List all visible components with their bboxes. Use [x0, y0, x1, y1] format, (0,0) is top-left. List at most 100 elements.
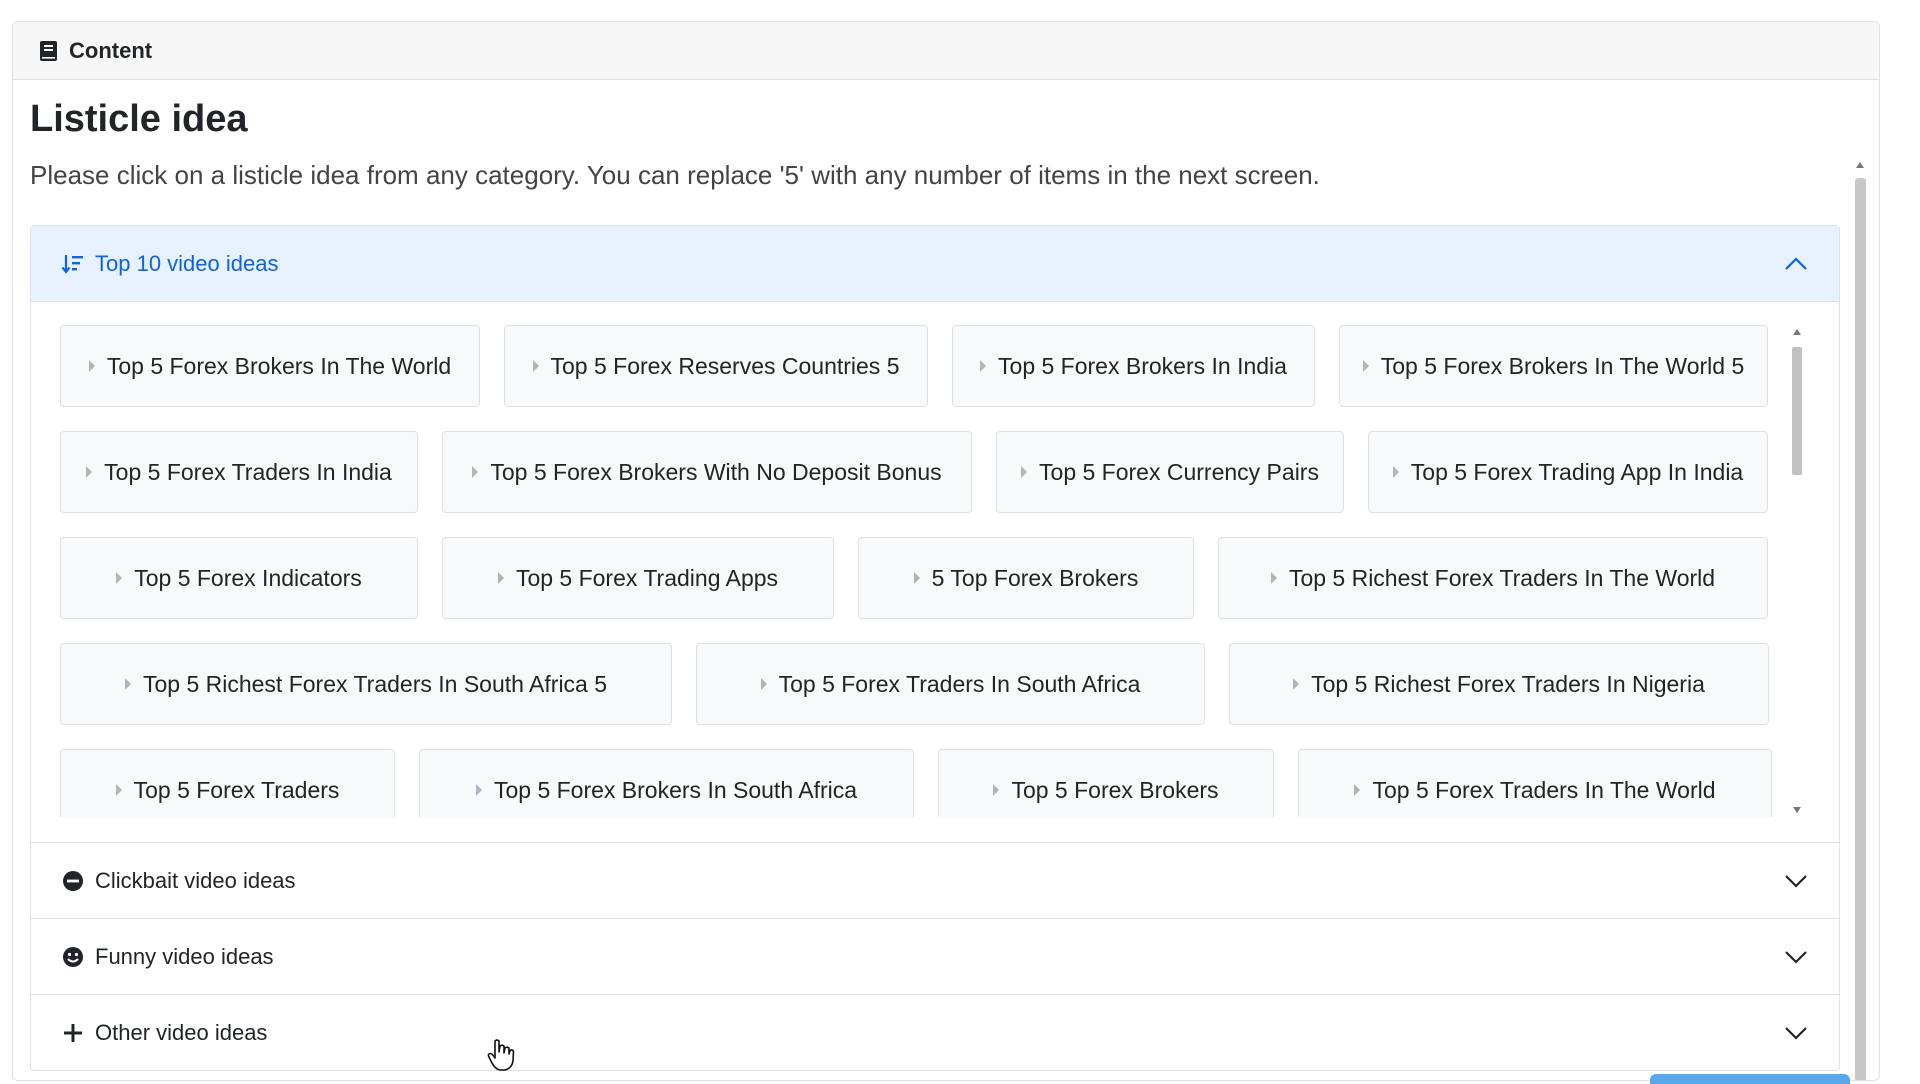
card-header-title: Content [69, 37, 153, 63]
idea-label: Top 5 Richest Forex Traders In The World [1288, 564, 1716, 591]
idea-accordion: Top 10 video ideas Top 5 Forex Brokers I… [30, 225, 1840, 1071]
idea-card[interactable]: Top 5 Forex Trading Apps [442, 537, 834, 619]
card-body: Listicle idea Please click on a listicle… [13, 80, 1879, 1080]
accordion-header-other[interactable]: Other video ideas [31, 994, 1839, 1070]
accordion-item-top10: Top 10 video ideas Top 5 Forex Brokers I… [31, 226, 1839, 842]
ideas-grid: Top 5 Forex Brokers In The World Top 5 F… [60, 325, 1788, 817]
idea-label: Top 5 Richest Forex Traders In Nigeria [1311, 670, 1705, 697]
caret-right-icon [1392, 466, 1399, 478]
idea-label: Top 5 Forex Traders In South Africa [778, 670, 1141, 697]
caret-right-icon [472, 466, 479, 478]
caret-right-icon [116, 572, 123, 584]
accordion-header-funny[interactable]: Funny video ideas [31, 918, 1839, 994]
idea-card[interactable]: Top 5 Richest Forex Traders In The World [1218, 537, 1768, 619]
idea-card[interactable]: Top 5 Forex Trading App In India [1368, 431, 1768, 513]
idea-label: 5 Top Forex Brokers [931, 564, 1139, 591]
idea-card[interactable]: 5 Top Forex Brokers [858, 537, 1194, 619]
caret-right-icon [1021, 466, 1028, 478]
idea-card[interactable]: Top 5 Forex Currency Pairs [996, 431, 1344, 513]
accordion-header-label: Funny video ideas [95, 943, 274, 969]
page-scrollbar[interactable] [1851, 158, 1869, 1080]
plus-icon [61, 1021, 85, 1045]
idea-label: Top 5 Forex Currency Pairs [1039, 458, 1319, 485]
page-title: Listicle idea [30, 98, 248, 140]
ideas-row: Top 5 Forex Traders In India Top 5 Forex… [60, 431, 1788, 513]
caret-right-icon [86, 466, 93, 478]
accordion-item-funny: Funny video ideas [31, 918, 1839, 994]
accordion-header-label: Top 10 video ideas [95, 250, 279, 276]
idea-label: Top 5 Forex Traders In India [104, 458, 392, 485]
idea-card[interactable]: Top 5 Forex Traders In India [60, 431, 418, 513]
ideas-scrollbar[interactable] [1789, 325, 1805, 817]
idea-label: Top 5 Forex Indicators [134, 564, 362, 591]
idea-label: Top 5 Forex Brokers In The World 5 [1380, 352, 1745, 379]
caret-right-icon [497, 572, 504, 584]
ideas-row: Top 5 Forex Traders Top 5 Forex Brokers … [60, 749, 1788, 817]
book-icon [39, 40, 59, 62]
idea-label: Top 5 Forex Brokers [1011, 776, 1219, 803]
caret-right-icon [115, 784, 122, 796]
caret-right-icon [993, 784, 1000, 796]
idea-label: Top 5 Richest Forex Traders In South Afr… [142, 670, 608, 697]
scrollbar-thumb[interactable] [1792, 347, 1802, 475]
accordion-header-label: Clickbait video ideas [95, 867, 296, 893]
chevron-down-icon [1783, 868, 1809, 894]
sort-icon [61, 252, 85, 276]
idea-card[interactable]: Top 5 Forex Brokers In The World 5 [1339, 325, 1768, 407]
accordion-item-clickbait: Clickbait video ideas [31, 842, 1839, 918]
bottom-action-button[interactable] [1650, 1074, 1850, 1084]
idea-card[interactable]: Top 5 Forex Brokers With No Deposit Bonu… [442, 431, 972, 513]
scroll-up-arrow-icon[interactable] [1793, 329, 1801, 335]
hand-cursor-icon [486, 1038, 516, 1072]
content-card: Content Listicle idea Please click on a … [12, 21, 1880, 1081]
accordion-panel-top10: Top 5 Forex Brokers In The World Top 5 F… [31, 302, 1839, 842]
idea-label: Top 5 Forex Trading Apps [515, 564, 779, 591]
accordion-header-label: Other video ideas [95, 1019, 268, 1045]
idea-label: Top 5 Forex Brokers In The World [106, 352, 452, 379]
caret-right-icon [760, 678, 767, 690]
chevron-down-icon [1783, 1020, 1809, 1046]
caret-right-icon [88, 360, 95, 372]
idea-card[interactable]: Top 5 Forex Traders [60, 749, 395, 817]
caret-right-icon [913, 572, 920, 584]
idea-label: Top 5 Forex Trading App In India [1410, 458, 1744, 485]
idea-label: Top 5 Forex Reserves Countries 5 [550, 352, 900, 379]
idea-card[interactable]: Top 5 Richest Forex Traders In Nigeria [1229, 643, 1769, 725]
caret-right-icon [1293, 678, 1300, 690]
idea-card[interactable]: Top 5 Forex Traders In The World [1298, 749, 1772, 817]
caret-right-icon [1354, 784, 1361, 796]
idea-card[interactable]: Top 5 Forex Brokers In India [952, 325, 1315, 407]
idea-card[interactable]: Top 5 Forex Reserves Countries 5 [504, 325, 928, 407]
caret-right-icon [532, 360, 539, 372]
accordion-header-top10[interactable]: Top 10 video ideas [31, 226, 1839, 302]
ideas-row: Top 5 Richest Forex Traders In South Afr… [60, 643, 1788, 725]
idea-card[interactable]: Top 5 Richest Forex Traders In South Afr… [60, 643, 672, 725]
idea-label: Top 5 Forex Brokers In India [998, 352, 1287, 379]
idea-label: Top 5 Forex Traders In The World [1372, 776, 1716, 803]
smiley-icon [61, 945, 85, 969]
caret-right-icon [475, 784, 482, 796]
ideas-row: Top 5 Forex Brokers In The World Top 5 F… [60, 325, 1788, 407]
scrollbar-thumb[interactable] [1855, 178, 1866, 1080]
caret-right-icon [1270, 572, 1277, 584]
idea-card[interactable]: Top 5 Forex Traders In South Africa [696, 643, 1205, 725]
minus-circle-icon [61, 869, 85, 893]
idea-card[interactable]: Top 5 Forex Brokers In South Africa [419, 749, 914, 817]
idea-card[interactable]: Top 5 Forex Indicators [60, 537, 418, 619]
scroll-up-arrow-icon[interactable] [1856, 162, 1864, 168]
caret-right-icon [980, 360, 987, 372]
accordion-item-other: Other video ideas [31, 994, 1839, 1070]
caret-right-icon [1362, 360, 1369, 372]
ideas-row: Top 5 Forex Indicators Top 5 Forex Tradi… [60, 537, 1788, 619]
idea-card[interactable]: Top 5 Forex Brokers [938, 749, 1274, 817]
accordion-header-clickbait[interactable]: Clickbait video ideas [31, 842, 1839, 918]
idea-label: Top 5 Forex Brokers With No Deposit Bonu… [490, 458, 942, 485]
caret-right-icon [124, 678, 131, 690]
idea-card[interactable]: Top 5 Forex Brokers In The World [60, 325, 480, 407]
page-description: Please click on a listicle idea from any… [30, 160, 1320, 190]
chevron-down-icon [1783, 944, 1809, 970]
idea-label: Top 5 Forex Traders [133, 776, 340, 803]
chevron-up-icon [1783, 251, 1809, 277]
scroll-down-arrow-icon[interactable] [1793, 807, 1801, 813]
card-header: Content [13, 22, 1879, 80]
